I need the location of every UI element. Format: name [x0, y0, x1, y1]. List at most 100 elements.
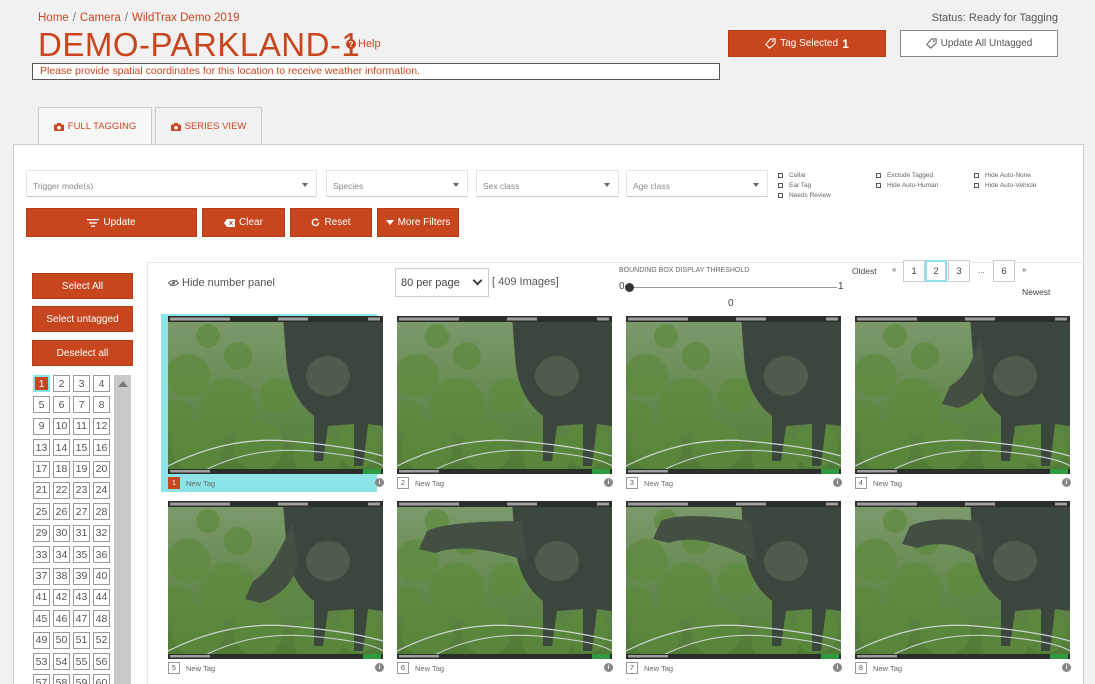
slider-handle[interactable] — [625, 283, 634, 292]
info-icon[interactable]: i — [604, 478, 613, 487]
hide-auto-none-checkbox[interactable]: Hide Auto-None — [974, 170, 1036, 180]
image-number-14[interactable]: 14 — [53, 439, 70, 457]
sex-class-select[interactable]: Sex class — [476, 170, 619, 197]
image-number-27[interactable]: 27 — [73, 503, 90, 521]
camera-trap-photo[interactable] — [168, 501, 383, 659]
clear-button[interactable]: Clear — [202, 208, 285, 237]
camera-trap-photo[interactable] — [397, 501, 612, 659]
image-number-21[interactable]: 21 — [33, 481, 50, 499]
image-number-45[interactable]: 45 — [33, 610, 50, 628]
image-number-42[interactable]: 42 — [53, 588, 70, 606]
image-card-3[interactable]: 3 New Tag i — [619, 314, 842, 492]
image-number-57[interactable]: 57 — [33, 674, 50, 684]
bbox-threshold-slider[interactable] — [629, 287, 837, 288]
breadcrumb-project[interactable]: WildTrax Demo 2019 — [132, 12, 240, 24]
hide-auto-human-checkbox[interactable]: Hide Auto-Human — [876, 180, 938, 190]
camera-trap-photo[interactable] — [855, 501, 1070, 659]
trigger-mode-select[interactable]: Trigger mode(s) — [26, 170, 317, 197]
image-number-33[interactable]: 33 — [33, 546, 50, 564]
page-6[interactable]: 6 — [993, 260, 1015, 282]
image-number-60[interactable]: 60 — [93, 674, 110, 684]
species-select[interactable]: Species — [326, 170, 468, 197]
image-number-41[interactable]: 41 — [33, 588, 50, 606]
image-number-28[interactable]: 28 — [93, 503, 110, 521]
image-number-11[interactable]: 11 — [73, 417, 90, 435]
camera-trap-photo[interactable] — [397, 316, 612, 474]
image-number-12[interactable]: 12 — [93, 417, 110, 435]
needs-review-checkbox[interactable]: Needs Review — [778, 190, 831, 200]
image-index-badge[interactable]: 5 — [168, 662, 180, 674]
image-number-48[interactable]: 48 — [93, 610, 110, 628]
page-3[interactable]: 3 — [948, 260, 970, 282]
image-number-54[interactable]: 54 — [53, 653, 70, 671]
image-number-7[interactable]: 7 — [73, 396, 90, 414]
reset-button[interactable]: Reset — [290, 208, 372, 237]
image-number-32[interactable]: 32 — [93, 524, 110, 542]
image-number-2[interactable]: 2 — [53, 375, 70, 392]
image-number-39[interactable]: 39 — [73, 567, 90, 585]
more-filters-button[interactable]: More Filters — [377, 208, 459, 237]
collar-checkbox[interactable]: Collar — [778, 170, 831, 180]
image-number-59[interactable]: 59 — [73, 674, 90, 684]
image-number-6[interactable]: 6 — [53, 396, 70, 414]
image-index-badge[interactable]: 6 — [397, 662, 409, 674]
deselect-all-button[interactable]: Deselect all — [32, 340, 133, 366]
tab-full-tagging[interactable]: FULL TAGGING — [38, 107, 152, 145]
image-number-13[interactable]: 13 — [33, 439, 50, 457]
image-number-51[interactable]: 51 — [73, 631, 90, 649]
info-icon[interactable]: i — [604, 663, 613, 672]
image-number-38[interactable]: 38 — [53, 567, 70, 585]
image-number-30[interactable]: 30 — [53, 524, 70, 542]
ear-tag-checkbox[interactable]: Ear Tag — [778, 180, 831, 190]
info-icon[interactable]: i — [375, 478, 384, 487]
select-all-button[interactable]: Select All — [32, 273, 133, 299]
image-number-20[interactable]: 20 — [93, 460, 110, 478]
info-icon[interactable]: i — [1062, 478, 1071, 487]
image-card-6[interactable]: 6 New Tag i — [390, 499, 613, 677]
image-card-5[interactable]: 5 New Tag i — [161, 499, 384, 677]
select-untagged-button[interactable]: Select untagged — [32, 306, 133, 332]
image-number-53[interactable]: 53 — [33, 653, 50, 671]
image-index-badge[interactable]: 1 — [168, 477, 180, 489]
hide-number-panel-toggle[interactable]: Hide number panel — [168, 277, 275, 289]
image-number-49[interactable]: 49 — [33, 631, 50, 649]
camera-trap-photo[interactable] — [626, 501, 841, 659]
exclude-tagged-checkbox[interactable]: Exclude Tagged — [876, 170, 938, 180]
help-link[interactable]: ? Help — [346, 38, 381, 50]
page-2[interactable]: 2 — [925, 260, 947, 282]
image-number-35[interactable]: 35 — [73, 546, 90, 564]
breadcrumb-camera[interactable]: Camera — [80, 12, 121, 24]
image-card-1[interactable]: 1 New Tag i — [161, 314, 384, 492]
image-number-50[interactable]: 50 — [53, 631, 70, 649]
next-page-link[interactable]: » — [1022, 265, 1026, 274]
image-index-badge[interactable]: 8 — [855, 662, 867, 674]
image-number-17[interactable]: 17 — [33, 460, 50, 478]
image-number-29[interactable]: 29 — [33, 524, 50, 542]
image-number-47[interactable]: 47 — [73, 610, 90, 628]
image-number-37[interactable]: 37 — [33, 567, 50, 585]
hide-auto-vehicle-checkbox[interactable]: Hide Auto-Vehicle — [974, 180, 1036, 190]
image-number-1[interactable]: 1 — [33, 375, 50, 392]
image-index-badge[interactable]: 7 — [626, 662, 638, 674]
scroll-up-icon[interactable] — [118, 381, 128, 387]
image-number-18[interactable]: 18 — [53, 460, 70, 478]
age-class-select[interactable]: Age class — [626, 170, 768, 197]
breadcrumb-home[interactable]: Home — [38, 12, 69, 24]
image-number-16[interactable]: 16 — [93, 439, 110, 457]
image-number-23[interactable]: 23 — [73, 481, 90, 499]
camera-trap-photo[interactable] — [168, 316, 383, 474]
image-index-badge[interactable]: 4 — [855, 477, 867, 489]
image-number-8[interactable]: 8 — [93, 396, 110, 414]
image-index-badge[interactable]: 2 — [397, 477, 409, 489]
update-all-untagged-button[interactable]: Update All Untagged — [900, 30, 1058, 57]
camera-trap-photo[interactable] — [626, 316, 841, 474]
image-index-badge[interactable]: 3 — [626, 477, 638, 489]
image-card-2[interactable]: 2 New Tag i — [390, 314, 613, 492]
per-page-select[interactable]: 80 per page — [395, 268, 489, 297]
image-number-43[interactable]: 43 — [73, 588, 90, 606]
image-number-58[interactable]: 58 — [53, 674, 70, 684]
camera-trap-photo[interactable] — [855, 316, 1070, 474]
image-number-5[interactable]: 5 — [33, 396, 50, 414]
image-number-19[interactable]: 19 — [73, 460, 90, 478]
info-icon[interactable]: i — [1062, 663, 1071, 672]
